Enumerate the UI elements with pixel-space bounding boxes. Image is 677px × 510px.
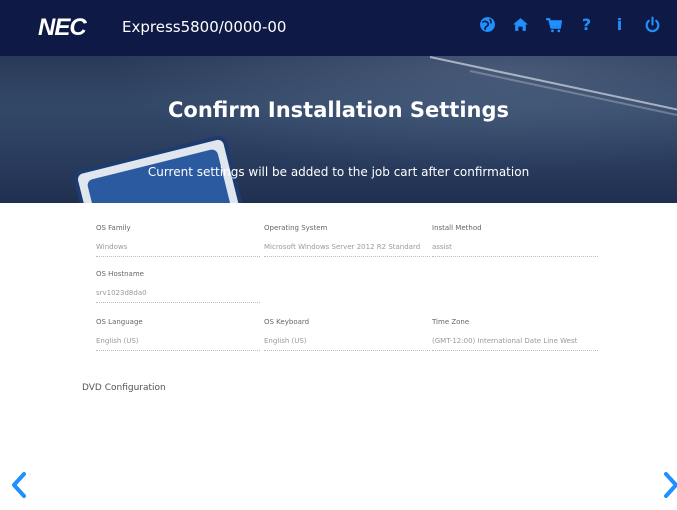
server-model: Express5800/0000-00	[122, 18, 287, 36]
time-zone-field: Time Zone (GMT-12:00) International Date…	[432, 318, 598, 351]
install-method-value: assist	[432, 243, 598, 257]
info-icon[interactable]: i	[611, 15, 628, 34]
top-bar: NEC Express5800/0000-00 ? i	[0, 0, 677, 56]
next-button[interactable]	[662, 470, 677, 500]
os-family-field: OS Family Windows	[96, 224, 260, 257]
page-title: Confirm Installation Settings	[168, 98, 509, 122]
os-family-value: Windows	[96, 243, 260, 257]
os-keyboard-value: English (US)	[264, 337, 430, 351]
chevron-right-icon	[664, 472, 677, 498]
os-language-field: OS Language English (US)	[96, 318, 260, 351]
toolbar-icons: ? i	[479, 15, 661, 34]
previous-button[interactable]	[10, 470, 28, 500]
dvd-configuration-heading: DVD Configuration	[82, 383, 166, 393]
globe-icon[interactable]	[479, 16, 496, 33]
home-icon[interactable]	[512, 16, 529, 33]
power-icon[interactable]	[644, 16, 661, 33]
os-keyboard-field: OS Keyboard English (US)	[264, 318, 430, 351]
cart-icon[interactable]	[545, 16, 562, 33]
time-zone-label: Time Zone	[432, 318, 470, 326]
banner	[0, 56, 677, 203]
os-hostname-field: OS Hostname srv1023d8da0	[96, 270, 260, 303]
operating-system-value: Microsoft Windows Server 2012 R2 Standar…	[264, 243, 430, 257]
os-keyboard-label: OS Keyboard	[264, 318, 310, 326]
install-method-label: Install Method	[432, 224, 482, 232]
os-language-value: English (US)	[96, 337, 260, 351]
chevron-left-icon	[12, 472, 26, 498]
nec-logo: NEC	[38, 14, 87, 41]
os-family-label: OS Family	[96, 224, 131, 232]
operating-system-field: Operating System Microsoft Windows Serve…	[264, 224, 430, 257]
os-language-label: OS Language	[96, 318, 143, 326]
time-zone-value: (GMT-12:00) International Date Line West	[432, 337, 598, 351]
os-hostname-label: OS Hostname	[96, 270, 144, 278]
install-method-field: Install Method assist	[432, 224, 598, 257]
help-icon[interactable]: ?	[578, 15, 595, 34]
os-hostname-value: srv1023d8da0	[96, 289, 260, 303]
operating-system-label: Operating System	[264, 224, 328, 232]
page-subtitle: Current settings will be added to the jo…	[147, 165, 530, 179]
